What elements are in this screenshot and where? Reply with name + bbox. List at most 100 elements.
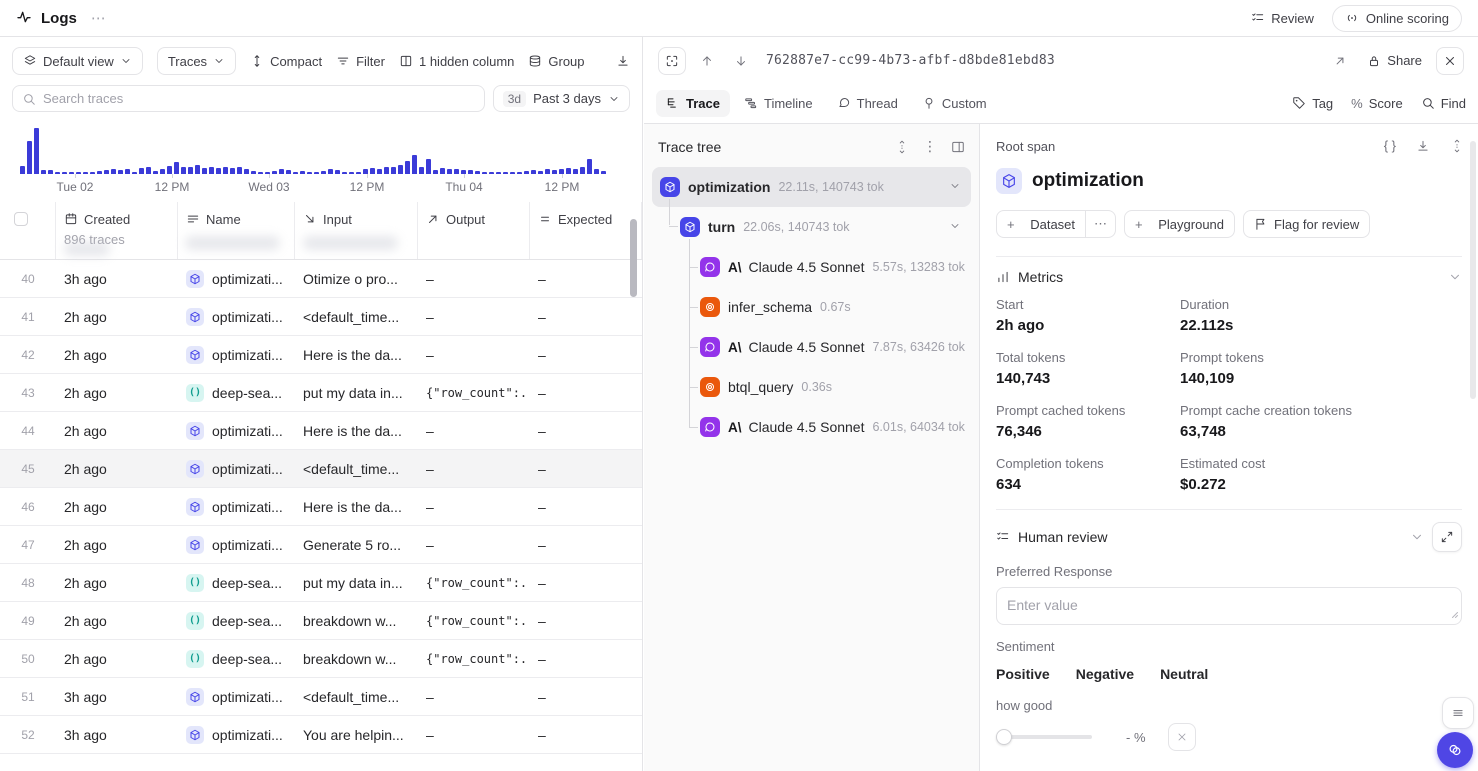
view-json-icon[interactable]: { } [1384, 138, 1396, 153]
view-selector[interactable]: Default view [12, 47, 143, 75]
search-input[interactable] [43, 91, 475, 106]
expand-review-button[interactable] [1432, 522, 1462, 552]
histogram-bar[interactable] [181, 167, 186, 174]
histogram-bar[interactable] [83, 172, 88, 174]
column-header-name[interactable]: Name [178, 202, 295, 259]
trace-histogram[interactable]: Tue 0212 PMWed 0312 PMThu 0412 PM [20, 122, 632, 194]
table-row[interactable]: 492h ago()deep-sea...breakdown w...{"row… [0, 602, 642, 640]
open-in-playground-button[interactable]: + Playground [1124, 210, 1235, 238]
tree-menu-icon[interactable]: ⋮ [923, 138, 937, 155]
histogram-bar[interactable] [321, 171, 326, 174]
histogram-bar[interactable] [97, 171, 102, 174]
histogram-bar[interactable] [594, 169, 599, 174]
histogram-bar[interactable] [384, 167, 389, 174]
open-fullscreen-button[interactable] [1327, 48, 1353, 74]
table-row[interactable]: 523h agooptimizati...You are helpin...–– [0, 716, 642, 754]
histogram-bar[interactable] [132, 172, 137, 174]
compact-toggle[interactable]: Compact [250, 54, 322, 69]
chevron-down-icon[interactable] [1410, 530, 1424, 544]
histogram-bar[interactable] [195, 165, 200, 174]
score-button[interactable]: % Score [1351, 96, 1403, 111]
histogram-bar[interactable] [545, 169, 550, 174]
histogram-bar[interactable] [41, 170, 46, 174]
histogram-bar[interactable] [69, 172, 74, 174]
next-trace-button[interactable] [728, 48, 754, 74]
histogram-bar[interactable] [447, 169, 452, 174]
table-row[interactable]: 432h ago()deep-sea...put my data in...{"… [0, 374, 642, 412]
close-panel-button[interactable] [1436, 47, 1464, 75]
histogram-bar[interactable] [573, 169, 578, 174]
histogram-bar[interactable] [454, 169, 459, 174]
histogram-bar[interactable] [209, 167, 214, 174]
histogram-bar[interactable] [118, 170, 123, 174]
histogram-bar[interactable] [139, 168, 144, 174]
search-traces-box[interactable] [12, 85, 485, 112]
tree-span-optimization[interactable]: optimization22.11s, 140743 tok [652, 167, 971, 207]
human-review-section-header[interactable]: Human review [996, 510, 1462, 564]
tree-span-btql-query[interactable]: btql_query0.36s [652, 367, 971, 407]
histogram-bar[interactable] [237, 167, 242, 174]
share-button[interactable]: Share [1367, 53, 1422, 68]
histogram-bar[interactable] [524, 171, 529, 174]
histogram-bar[interactable] [104, 170, 109, 174]
histogram-bar[interactable] [125, 169, 130, 174]
histogram-bar[interactable] [377, 169, 382, 174]
download-icon[interactable] [1416, 139, 1430, 153]
resize-handle[interactable] [1447, 606, 1459, 622]
chevron-down-icon[interactable] [949, 219, 961, 235]
histogram-bar[interactable] [419, 167, 424, 174]
chevron-down-icon[interactable] [1448, 270, 1462, 284]
histogram-bar[interactable] [433, 170, 438, 174]
histogram-bar[interactable] [335, 170, 340, 174]
histogram-bar[interactable] [426, 159, 431, 174]
histogram-bar[interactable] [587, 159, 592, 174]
histogram-bar[interactable] [55, 172, 60, 174]
histogram-bar[interactable] [398, 165, 403, 174]
histogram-bar[interactable] [349, 172, 354, 174]
sentiment-option-positive[interactable]: Positive [996, 666, 1050, 682]
review-button[interactable]: Review [1251, 11, 1314, 26]
histogram-bar[interactable] [48, 170, 53, 174]
histogram-bar[interactable] [440, 168, 445, 174]
tag-button[interactable]: Tag [1292, 96, 1333, 111]
histogram-bar[interactable] [482, 172, 487, 174]
expand-rows-icon[interactable] [895, 140, 909, 154]
clear-score-button[interactable] [1168, 723, 1196, 751]
histogram-bar[interactable] [510, 172, 515, 174]
traces-selector[interactable]: Traces [157, 47, 236, 75]
select-all-checkbox[interactable] [14, 212, 28, 226]
histogram-bar[interactable] [580, 167, 585, 174]
filter-button[interactable]: Filter [336, 54, 385, 69]
tree-span-claude-4-5-sonnet[interactable]: A\Claude 4.5 Sonnet7.87s, 63426 tok [652, 327, 971, 367]
tree-span-infer-schema[interactable]: infer_schema0.67s [652, 287, 971, 327]
chevron-down-icon[interactable] [949, 179, 961, 195]
how-good-slider[interactable] [996, 729, 1092, 745]
page-menu-icon[interactable]: ⋯ [91, 9, 107, 27]
histogram-bar[interactable] [356, 172, 361, 174]
table-row[interactable]: 422h agooptimizati...Here is the da...–– [0, 336, 642, 374]
histogram-bar[interactable] [538, 171, 543, 174]
histogram-bar[interactable] [496, 172, 501, 174]
histogram-bar[interactable] [475, 171, 480, 174]
tab-thread[interactable]: Thread [827, 90, 908, 117]
histogram-bar[interactable] [188, 167, 193, 174]
comments-menu-button[interactable] [1442, 697, 1474, 729]
histogram-bar[interactable] [328, 169, 333, 174]
side-panel-icon[interactable] [951, 140, 965, 154]
histogram-bar[interactable] [251, 171, 256, 174]
hidden-columns-button[interactable]: 1 hidden column [399, 54, 514, 69]
histogram-bar[interactable] [391, 167, 396, 174]
table-row[interactable]: 513h agooptimizati...<default_time...–– [0, 678, 642, 716]
sentiment-option-negative[interactable]: Negative [1076, 666, 1134, 682]
export-button[interactable] [616, 54, 630, 68]
table-row[interactable]: 482h ago()deep-sea...put my data in...{"… [0, 564, 642, 602]
online-scoring-button[interactable]: Online scoring [1332, 5, 1462, 32]
assistant-fab[interactable] [1437, 732, 1473, 768]
previous-trace-button[interactable] [694, 48, 720, 74]
histogram-bar[interactable] [601, 171, 606, 174]
table-row[interactable]: 442h agooptimizati...Here is the da...–– [0, 412, 642, 450]
histogram-bar[interactable] [531, 170, 536, 174]
histogram-bar[interactable] [90, 172, 95, 174]
table-row[interactable]: 452h agooptimizati...<default_time...–– [0, 450, 642, 488]
histogram-bar[interactable] [27, 141, 32, 174]
